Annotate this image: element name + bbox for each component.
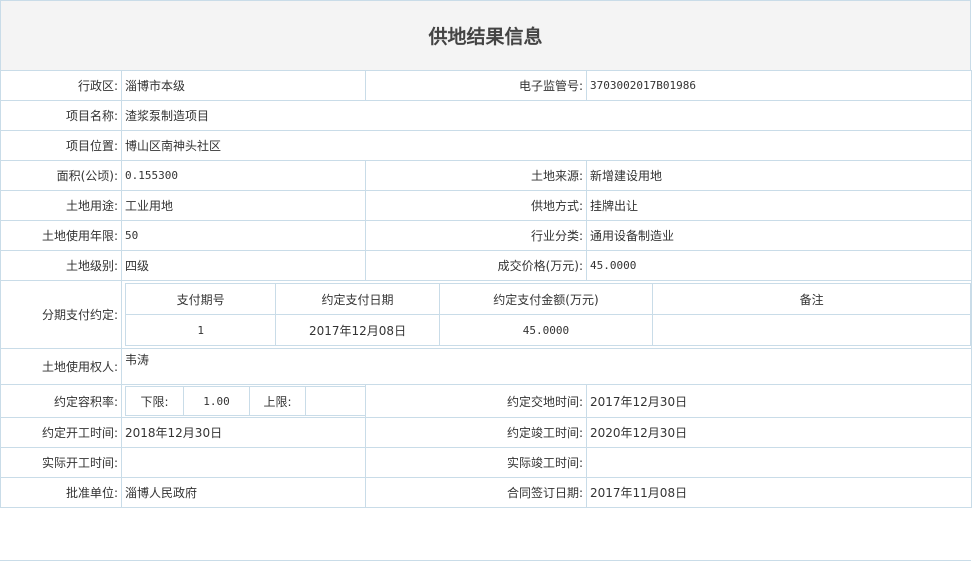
project-location-label: 项目位置: bbox=[0, 130, 122, 161]
project-location-value: 博山区南神头社区 bbox=[121, 130, 972, 161]
supply-method-label: 供地方式: bbox=[365, 190, 587, 221]
planned-start-value: 2018年12月30日 bbox=[121, 417, 366, 448]
supervision-no-value: 3703002017B01986 bbox=[586, 70, 972, 101]
row-planned-dates: 约定开工时间: 2018年12月30日 约定竣工时间: 2020年12月30日 bbox=[0, 417, 972, 448]
far-upper-value bbox=[305, 386, 365, 416]
far-label: 约定容积率: bbox=[0, 384, 122, 418]
area-label: 面积(公顷): bbox=[0, 160, 122, 191]
row-far: 约定容积率: 下限: 1.00 上限: 约定交地时间: 2017年12月30日 bbox=[0, 384, 972, 418]
owner-label: 土地使用权人: bbox=[0, 348, 122, 385]
installment-header-period: 支付期号 bbox=[124, 283, 277, 315]
project-name-value: 渣浆泵制造项目 bbox=[121, 100, 972, 131]
land-grade-value: 四级 bbox=[121, 250, 366, 281]
supervision-no-label: 电子监管号: bbox=[365, 70, 587, 101]
far-upper-label: 上限: bbox=[249, 386, 306, 416]
land-source-label: 土地来源: bbox=[365, 160, 587, 191]
district-label: 行政区: bbox=[0, 70, 122, 101]
planned-finish-value: 2020年12月30日 bbox=[586, 417, 972, 448]
land-source-value: 新增建设用地 bbox=[586, 160, 972, 191]
area-value: 0.155300 bbox=[121, 160, 366, 191]
approver-value: 淄博人民政府 bbox=[121, 477, 366, 508]
industry-value: 通用设备制造业 bbox=[586, 220, 972, 251]
actual-finish-label: 实际竣工时间: bbox=[365, 447, 587, 478]
installment-header-remark: 备注 bbox=[652, 283, 971, 315]
info-table: 行政区: 淄博市本级 电子监管号: 3703002017B01986 项目名称:… bbox=[0, 70, 972, 508]
price-label: 成交价格(万元): bbox=[365, 250, 587, 281]
approver-label: 批准单位: bbox=[0, 477, 122, 508]
land-supply-result-panel: 供地结果信息 行政区: 淄博市本级 电子监管号: 3703002017B0198… bbox=[0, 0, 972, 508]
row-project-name: 项目名称: 渣浆泵制造项目 bbox=[0, 100, 972, 131]
row-project-location: 项目位置: 博山区南神头社区 bbox=[0, 130, 972, 161]
installment-period: 1 bbox=[124, 314, 277, 346]
far-cell: 下限: 1.00 上限: bbox=[121, 384, 366, 418]
row-actual-dates: 实际开工时间: 实际竣工时间: bbox=[0, 447, 972, 478]
row-land-grade: 土地级别: 四级 成交价格(万元): 45.0000 bbox=[0, 250, 972, 281]
row-approver: 批准单位: 淄博人民政府 合同签订日期: 2017年11月08日 bbox=[0, 477, 972, 508]
actual-finish-value bbox=[586, 447, 972, 478]
installment-header-date: 约定支付日期 bbox=[275, 283, 440, 315]
actual-start-label: 实际开工时间: bbox=[0, 447, 122, 478]
industry-label: 行业分类: bbox=[365, 220, 587, 251]
project-name-label: 项目名称: bbox=[0, 100, 122, 131]
row-area: 面积(公顷): 0.155300 土地来源: 新增建设用地 bbox=[0, 160, 972, 191]
row-use-years: 土地使用年限: 50 行业分类: 通用设备制造业 bbox=[0, 220, 972, 251]
row-owner: 土地使用权人: 韦涛 bbox=[0, 348, 972, 385]
use-years-label: 土地使用年限: bbox=[0, 220, 122, 251]
installment-label: 分期支付约定: bbox=[0, 280, 122, 349]
installment-row: 1 2017年12月08日 45.0000 bbox=[124, 314, 971, 346]
supply-method-value: 挂牌出让 bbox=[586, 190, 972, 221]
row-installments: 分期支付约定: 支付期号 约定支付日期 约定支付金额(万元) 备注 1 2017… bbox=[0, 280, 972, 349]
title-bar: 供地结果信息 bbox=[0, 0, 971, 70]
district-value: 淄博市本级 bbox=[121, 70, 366, 101]
far-lower-label: 下限: bbox=[125, 386, 184, 416]
installment-amount: 45.0000 bbox=[438, 314, 654, 346]
price-value: 45.0000 bbox=[586, 250, 972, 281]
owner-value: 韦涛 bbox=[121, 348, 972, 385]
bottom-divider bbox=[0, 560, 971, 561]
installment-header-row: 支付期号 约定支付日期 约定支付金额(万元) 备注 bbox=[124, 283, 971, 315]
use-years-value: 50 bbox=[121, 220, 366, 251]
installment-date: 2017年12月08日 bbox=[275, 314, 440, 346]
installment-table: 支付期号 约定支付日期 约定支付金额(万元) 备注 1 2017年12月08日 … bbox=[124, 283, 971, 346]
far-table: 下限: 1.00 上限: bbox=[125, 386, 365, 416]
row-land-use: 土地用途: 工业用地 供地方式: 挂牌出让 bbox=[0, 190, 972, 221]
contract-date-value: 2017年11月08日 bbox=[586, 477, 972, 508]
row-district: 行政区: 淄博市本级 电子监管号: 3703002017B01986 bbox=[0, 70, 972, 101]
page-title: 供地结果信息 bbox=[428, 26, 543, 48]
land-grade-label: 土地级别: bbox=[0, 250, 122, 281]
handover-value: 2017年12月30日 bbox=[586, 384, 972, 418]
far-lower-value: 1.00 bbox=[183, 386, 250, 416]
installment-remark bbox=[652, 314, 971, 346]
planned-start-label: 约定开工时间: bbox=[0, 417, 122, 448]
installment-header-amount: 约定支付金额(万元) bbox=[438, 283, 654, 315]
contract-date-label: 合同签订日期: bbox=[365, 477, 587, 508]
installment-cell: 支付期号 约定支付日期 约定支付金额(万元) 备注 1 2017年12月08日 … bbox=[121, 280, 972, 349]
actual-start-value bbox=[121, 447, 366, 478]
planned-finish-label: 约定竣工时间: bbox=[365, 417, 587, 448]
land-use-label: 土地用途: bbox=[0, 190, 122, 221]
handover-label: 约定交地时间: bbox=[365, 384, 587, 418]
land-use-value: 工业用地 bbox=[121, 190, 366, 221]
